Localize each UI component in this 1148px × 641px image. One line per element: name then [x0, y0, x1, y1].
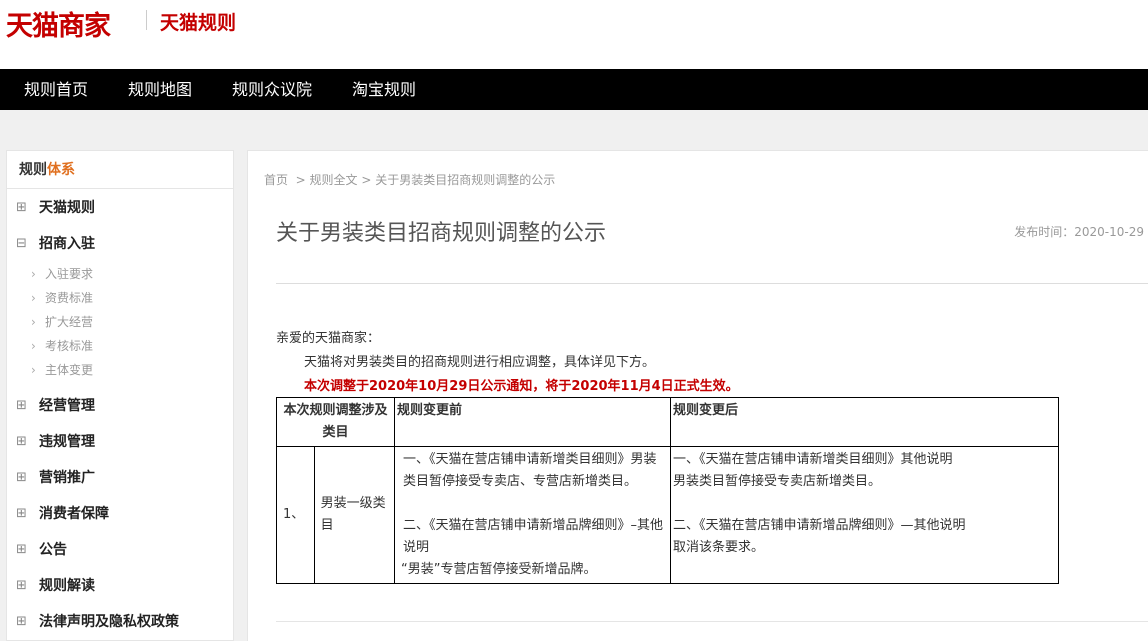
- logo-divider: [146, 10, 147, 30]
- sidebar-item-violations[interactable]: ⊞ 违规管理: [7, 430, 233, 454]
- before-clause-1: 一、《天猫在营店铺申请新增类目细则》男装类目暂停接受专卖店、专营店新增类目。: [403, 452, 657, 489]
- sidebar-sub-label: 主体变更: [45, 363, 94, 377]
- collapse-icon[interactable]: ⊟: [16, 232, 27, 256]
- after-clause-2: 二、《天猫在营店铺申请新增品牌细则》—其他说明: [673, 518, 966, 533]
- row-category: 男装一级类目: [313, 446, 396, 584]
- sidebar-item-rule-interpretation[interactable]: ⊞ 规则解读: [7, 574, 233, 598]
- expand-icon[interactable]: ⊞: [16, 196, 27, 220]
- breadcrumb-separator: >: [295, 173, 306, 187]
- intro-paragraph: 天猫将对男装类目的招商规则进行相应调整，具体详见下方。: [304, 355, 656, 370]
- table-row: 1、 男装一级类目 一、《天猫在营店铺申请新增类目细则》男装类目暂停接受专卖店、…: [276, 446, 1059, 584]
- sidebar-sub-assessment-standards[interactable]: › 考核标准: [31, 336, 93, 356]
- after-clause-1-detail: 男装类目暂停接受专卖店新增类目。: [673, 474, 882, 489]
- row-index: 1、: [276, 446, 315, 584]
- sidebar-item-label: 违规管理: [39, 434, 95, 450]
- header: 天猫商家 天猫规则: [0, 0, 1148, 69]
- before-clause-2-detail: “男装”专营店暂停接受新增品牌。: [401, 562, 597, 577]
- tmall-rules-title[interactable]: 天猫规则: [160, 8, 236, 35]
- nav-item-rules-map[interactable]: 规则地图: [128, 69, 192, 110]
- expand-icon[interactable]: ⊞: [16, 610, 27, 634]
- sidebar-sub-label: 扩大经营: [45, 315, 94, 329]
- table-header-category: 本次规则调整涉及类目: [276, 397, 395, 447]
- expand-icon[interactable]: ⊞: [16, 394, 27, 418]
- expand-icon[interactable]: ⊞: [16, 430, 27, 454]
- publish-label: 发布时间：: [1014, 225, 1075, 239]
- chevron-right-icon: ›: [31, 339, 36, 353]
- before-clause-2: 二、《天猫在营店铺申请新增品牌细则》–其他说明: [403, 518, 664, 555]
- breadcrumb-separator: >: [361, 173, 372, 187]
- nav-item-rules-home[interactable]: 规则首页: [24, 69, 88, 110]
- sidebar-title-accent: 体系: [47, 162, 75, 178]
- sidebar-sub-label: 考核标准: [45, 339, 94, 353]
- sidebar-item-label: 经营管理: [39, 398, 95, 414]
- publish-date-value: 2020-10-29: [1074, 225, 1144, 239]
- sidebar-item-label: 消费者保障: [39, 506, 109, 522]
- breadcrumb-rules-full[interactable]: 规则全文: [310, 173, 358, 187]
- sidebar-item-legal-privacy[interactable]: ⊞ 法律声明及隐私权政策: [7, 610, 233, 634]
- expand-icon[interactable]: ⊞: [16, 574, 27, 598]
- sidebar-item-consumer-protection[interactable]: ⊞ 消费者保障: [7, 502, 233, 526]
- row-before: 一、《天猫在营店铺申请新增类目细则》男装类目暂停接受专卖店、专营店新增类目。 二…: [394, 446, 671, 584]
- sidebar-title: 规则体系: [7, 151, 233, 189]
- nav-item-rules-house[interactable]: 规则众议院: [232, 69, 312, 110]
- sidebar-item-marketing[interactable]: ⊞ 营销推广: [7, 466, 233, 490]
- sidebar-item-label: 规则解读: [39, 578, 95, 594]
- sidebar-item-label: 公告: [39, 542, 67, 558]
- expand-icon[interactable]: ⊞: [16, 538, 27, 562]
- expand-icon[interactable]: ⊞: [16, 502, 27, 526]
- breadcrumb-current: 关于男装类目招商规则调整的公示: [375, 173, 556, 187]
- main-content: 首页 > 规则全文 > 关于男装类目招商规则调整的公示 关于男装类目招商规则调整…: [247, 150, 1148, 641]
- table-header-before: 规则变更前: [394, 397, 671, 447]
- row-after: 一、《天猫在营店铺申请新增类目细则》其他说明 男装类目暂停接受专卖店新增类目。 …: [670, 446, 1059, 584]
- sidebar-sub-expand-business[interactable]: › 扩大经营: [31, 312, 93, 332]
- sidebar: 规则体系 ⊞ 天猫规则 ⊟ 招商入驻 › 入驻要求 › 资费标准 › 扩大经营 › 考核…: [6, 150, 234, 641]
- after-clause-2-detail: 取消该条要求。: [673, 540, 765, 555]
- page-title: 关于男装类目招商规则调整的公示: [276, 221, 607, 246]
- chevron-right-icon: ›: [31, 363, 36, 377]
- bottom-divider: [276, 621, 1148, 622]
- sidebar-item-merchant-entry[interactable]: ⊟ 招商入驻: [7, 232, 233, 256]
- publish-date: 发布时间：2020-10-29: [1014, 223, 1144, 240]
- after-clause-1: 一、《天猫在营店铺申请新增类目细则》其他说明: [673, 452, 953, 467]
- top-nav: 规则首页 规则地图 规则众议院 淘宝规则: [0, 69, 1148, 110]
- nav-item-taobao-rules[interactable]: 淘宝规则: [352, 69, 416, 110]
- table-header-row: 本次规则调整涉及类目 规则变更前 规则变更后: [276, 397, 1059, 447]
- sidebar-sub-entry-requirements[interactable]: › 入驻要求: [31, 264, 93, 284]
- title-divider: [276, 283, 1148, 284]
- sidebar-item-label: 法律声明及隐私权政策: [39, 614, 179, 630]
- breadcrumb: 首页 > 规则全文 > 关于男装类目招商规则调整的公示: [264, 171, 555, 188]
- table-header-after: 规则变更后: [670, 397, 1059, 447]
- sidebar-item-tmall-rules[interactable]: ⊞ 天猫规则: [7, 196, 233, 220]
- sidebar-item-label: 营销推广: [39, 470, 95, 486]
- sidebar-item-announcements[interactable]: ⊞ 公告: [7, 538, 233, 562]
- expand-icon[interactable]: ⊞: [16, 466, 27, 490]
- sidebar-item-label: 天猫规则: [39, 200, 95, 216]
- chevron-right-icon: ›: [31, 267, 36, 281]
- greeting: 亲爱的天猫商家：: [276, 331, 381, 346]
- chevron-right-icon: ›: [31, 291, 36, 305]
- tmall-merchant-logo[interactable]: 天猫商家: [6, 4, 111, 43]
- sidebar-item-operations[interactable]: ⊞ 经营管理: [7, 394, 233, 418]
- breadcrumb-home[interactable]: 首页: [264, 173, 288, 187]
- sidebar-title-prefix: 规则: [19, 162, 47, 178]
- sidebar-sub-label: 资费标准: [45, 291, 94, 305]
- sidebar-item-label: 招商入驻: [39, 236, 95, 252]
- sidebar-sub-fee-standards[interactable]: › 资费标准: [31, 288, 93, 308]
- chevron-right-icon: ›: [31, 315, 36, 329]
- sidebar-sub-entity-change[interactable]: › 主体变更: [31, 360, 93, 380]
- rule-change-table: 本次规则调整涉及类目 规则变更前 规则变更后 1、 男装一级类目 一、《天猫在营…: [276, 397, 1059, 584]
- effective-notice: 本次调整于2020年10月29日公示通知，将于2020年11月4日正式生效。: [304, 379, 739, 394]
- sidebar-sub-label: 入驻要求: [45, 267, 94, 281]
